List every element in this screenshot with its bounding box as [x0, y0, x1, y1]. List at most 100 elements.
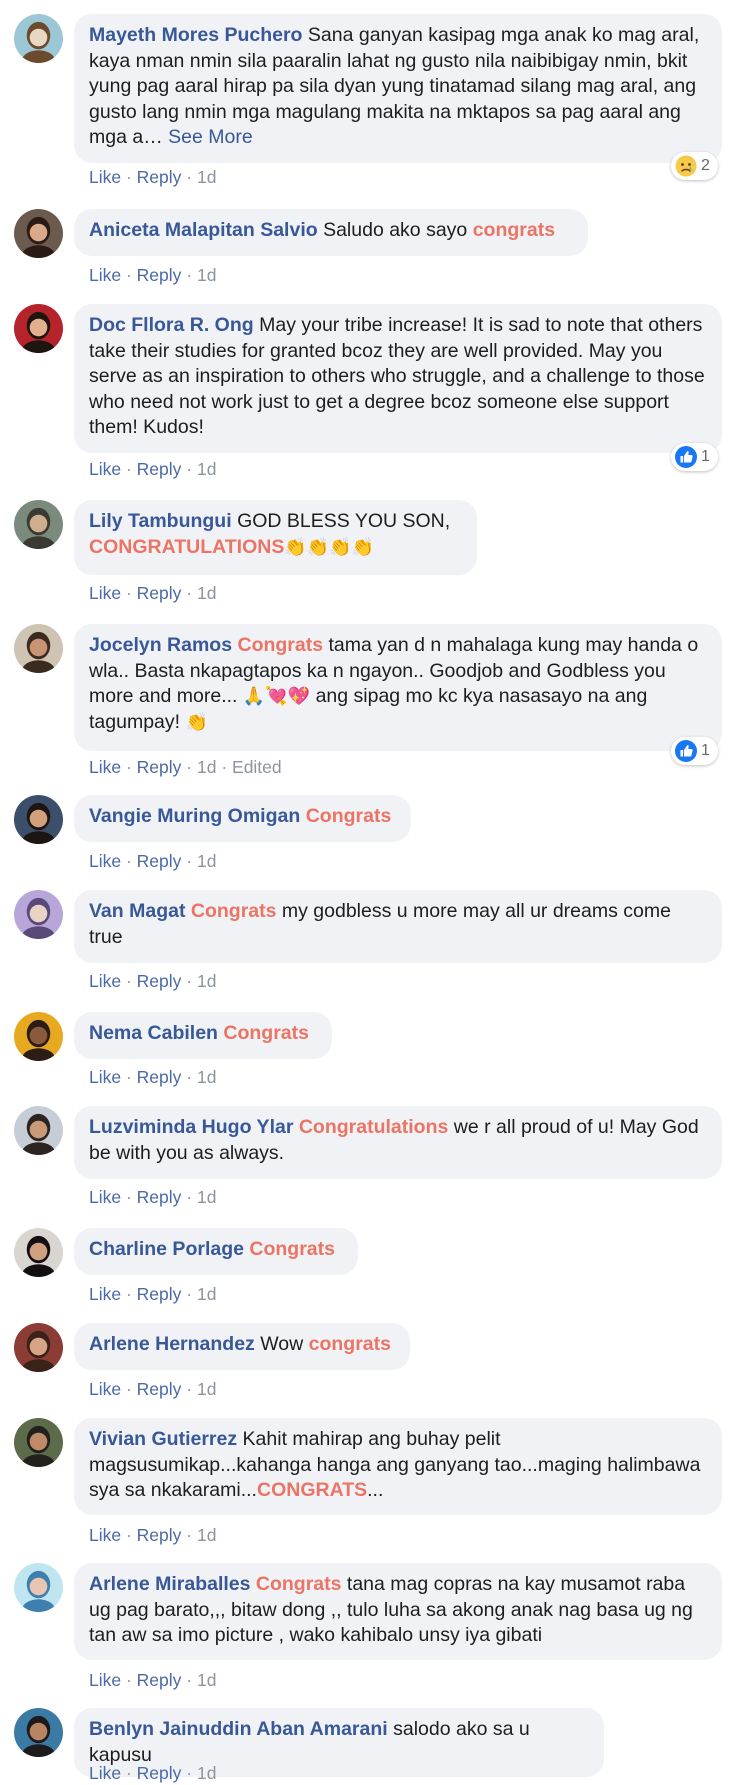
avatar[interactable] — [14, 500, 63, 549]
comment-author[interactable]: Van Magat — [89, 900, 185, 922]
like-button[interactable]: Like — [89, 459, 121, 479]
comment-author[interactable]: Jocelyn Ramos — [89, 634, 232, 656]
avatar[interactable] — [14, 1106, 63, 1155]
comment-bubble: Vivian Gutierrez Kahit mahirap ang buhay… — [74, 1418, 722, 1515]
comment-timestamp[interactable]: 1d — [197, 1067, 216, 1087]
comment-author[interactable]: Aniceta Malapitan Salvio — [89, 219, 318, 241]
highlighted-text: Congrats — [237, 634, 324, 656]
reply-button[interactable]: Reply — [137, 851, 182, 871]
like-button[interactable]: Like — [89, 1670, 121, 1690]
reply-button[interactable]: Reply — [137, 1763, 182, 1783]
comment-timestamp[interactable]: 1d — [197, 1379, 216, 1399]
like-button[interactable]: Like — [89, 167, 121, 187]
comment-timestamp[interactable]: 1d — [197, 1670, 216, 1690]
avatar[interactable] — [14, 209, 63, 258]
avatar[interactable] — [14, 1228, 63, 1277]
comment-timestamp[interactable]: 1d — [197, 459, 216, 479]
reaction-badge[interactable]: 2 — [671, 152, 718, 180]
separator-dot: · — [121, 1379, 137, 1399]
comment-author[interactable]: Vangie Muring Omigan — [89, 805, 300, 827]
reaction-count: 1 — [701, 448, 710, 465]
comment-author[interactable]: Arlene Miraballes — [89, 1573, 250, 1595]
comment-author[interactable]: Lily Tambungui — [89, 510, 232, 532]
comment-author[interactable]: Mayeth Mores Puchero — [89, 24, 302, 46]
comment-author[interactable]: Vivian Gutierrez — [89, 1428, 237, 1450]
comment-text: GOD BLESS YOU SON, — [237, 510, 451, 532]
see-more-link[interactable]: See More — [168, 126, 253, 148]
reply-button[interactable]: Reply — [137, 459, 182, 479]
comment-author[interactable]: Charline Porlage — [89, 1238, 244, 1260]
comment-actions: Like · Reply · 1d — [89, 1283, 216, 1305]
reply-button[interactable]: Reply — [137, 1525, 182, 1545]
like-button[interactable]: Like — [89, 851, 121, 871]
avatar[interactable] — [14, 1563, 63, 1612]
reaction-badge[interactable]: 1 — [671, 443, 718, 471]
like-button[interactable]: Like — [89, 583, 121, 603]
comment-timestamp[interactable]: 1d — [197, 851, 216, 871]
comment-actions: Like · Reply · 1d · Edited — [89, 756, 282, 778]
reply-button[interactable]: Reply — [137, 265, 182, 285]
like-button[interactable]: Like — [89, 971, 121, 991]
separator-dot: · — [181, 459, 197, 479]
avatar[interactable] — [14, 795, 63, 844]
comment-timestamp[interactable]: 1d — [197, 583, 216, 603]
highlighted-text: Congrats — [255, 1573, 342, 1595]
reaction-count: 2 — [701, 157, 710, 174]
reply-button[interactable]: Reply — [137, 167, 182, 187]
comment-timestamp[interactable]: 1d — [197, 167, 216, 187]
comment-bubble: Nema Cabilen Congrats — [74, 1012, 332, 1059]
comment-actions: Like · Reply · 1d — [89, 1066, 216, 1088]
avatar[interactable] — [14, 1418, 63, 1467]
comment-author[interactable]: Doc Fllora R. Ong — [89, 314, 254, 336]
avatar[interactable] — [14, 1012, 63, 1061]
reply-button[interactable]: Reply — [137, 583, 182, 603]
like-button[interactable]: Like — [89, 265, 121, 285]
reply-button[interactable]: Reply — [137, 1067, 182, 1087]
avatar[interactable] — [14, 890, 63, 939]
comment-timestamp[interactable]: 1d — [197, 1525, 216, 1545]
like-button[interactable]: Like — [89, 1187, 121, 1207]
separator-dot: · — [181, 971, 197, 991]
like-button[interactable]: Like — [89, 1067, 121, 1087]
comment-author[interactable]: Nema Cabilen — [89, 1022, 218, 1044]
like-button[interactable]: Like — [89, 1379, 121, 1399]
reply-button[interactable]: Reply — [137, 971, 182, 991]
comment-bubble: Arlene Hernandez Wow congrats — [74, 1323, 410, 1370]
comment-timestamp[interactable]: 1d — [197, 265, 216, 285]
comment-bubble: Van Magat Congrats my godbless u more ma… — [74, 890, 722, 963]
comment-actions: Like · Reply · 1d — [89, 166, 216, 188]
comment-timestamp[interactable]: 1d — [197, 757, 216, 777]
separator-dot: · — [121, 971, 137, 991]
comment-author[interactable]: Luzviminda Hugo Ylar — [89, 1116, 293, 1138]
comment-author[interactable]: Arlene Hernandez — [89, 1333, 255, 1355]
reply-button[interactable]: Reply — [137, 757, 182, 777]
comment-actions: Like · Reply · 1d — [89, 1186, 216, 1208]
avatar[interactable] — [14, 624, 63, 673]
separator-dot: · — [181, 1379, 197, 1399]
highlighted-text: CONGRATS — [256, 1479, 368, 1501]
reply-button[interactable]: Reply — [137, 1187, 182, 1207]
highlighted-text: CONGRATULATIONS — [89, 535, 285, 558]
comment-timestamp[interactable]: 1d — [197, 1284, 216, 1304]
like-button[interactable]: Like — [89, 757, 121, 777]
reply-button[interactable]: Reply — [137, 1379, 182, 1399]
comment-timestamp[interactable]: 1d — [197, 1187, 216, 1207]
separator-dot: · — [181, 265, 197, 285]
comment-timestamp[interactable]: 1d — [197, 971, 216, 991]
separator-dot: · — [216, 757, 233, 777]
avatar[interactable] — [14, 1708, 63, 1757]
like-button[interactable]: Like — [89, 1763, 121, 1783]
like-button[interactable]: Like — [89, 1525, 121, 1545]
comment-timestamp[interactable]: 1d — [197, 1763, 216, 1783]
avatar[interactable] — [14, 1323, 63, 1372]
edited-label[interactable]: Edited — [232, 757, 282, 777]
reaction-badge[interactable]: 1 — [671, 737, 718, 765]
reply-button[interactable]: Reply — [137, 1670, 182, 1690]
comment-author[interactable]: Benlyn Jainuddin Aban Amarani — [89, 1718, 388, 1740]
like-button[interactable]: Like — [89, 1284, 121, 1304]
reply-button[interactable]: Reply — [137, 1284, 182, 1304]
avatar[interactable] — [14, 304, 63, 353]
avatar[interactable] — [14, 14, 63, 63]
separator-dot: · — [181, 583, 197, 603]
comment-actions: Like · Reply · 1d — [89, 850, 216, 872]
